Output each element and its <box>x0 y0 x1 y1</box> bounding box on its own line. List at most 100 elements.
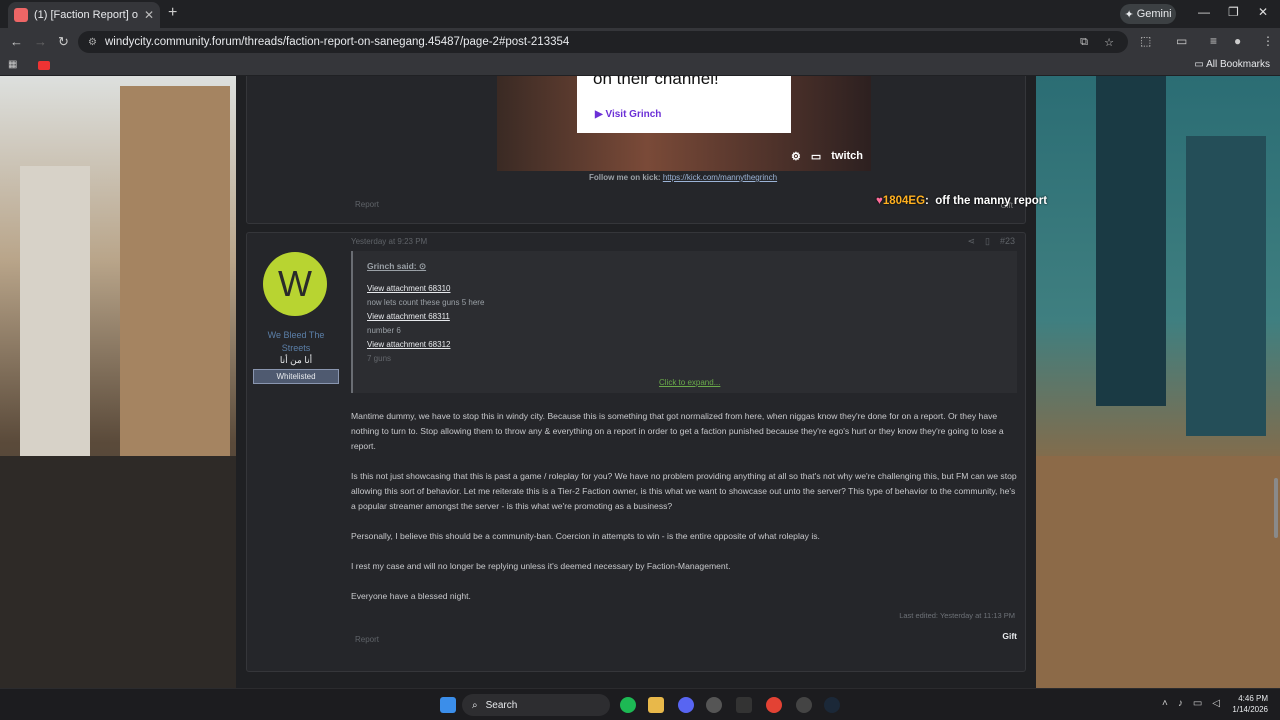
windows-start-icon[interactable] <box>440 697 456 713</box>
reload-icon[interactable]: ↻ <box>58 34 69 50</box>
post-actions: ⋖ ▯ #23 <box>967 236 1015 247</box>
gemini-label: Gemini <box>1136 8 1172 20</box>
bookmark-icon[interactable]: ▯ <box>985 236 990 247</box>
kick-signature: Follow me on kick: https://kick.com/mann… <box>589 173 778 182</box>
bookmarks-bar: ▦ ▭ All Bookmarks <box>0 56 1280 76</box>
network-icon[interactable]: ▭ <box>1193 698 1202 709</box>
building-shape <box>20 166 90 466</box>
user-avatar[interactable]: W <box>263 252 327 316</box>
trees-shape <box>1036 456 1280 688</box>
youtube-icon[interactable] <box>38 61 50 70</box>
username-line-1[interactable]: We Bleed The <box>253 329 339 342</box>
url-text: windycity.community.forum/threads/factio… <box>104 36 570 48</box>
building-shape <box>0 456 236 688</box>
embed-headline: on their channel! <box>593 76 719 88</box>
chrome-icon[interactable] <box>766 697 782 713</box>
epic-games-icon[interactable] <box>736 697 752 713</box>
username-line-2[interactable]: Streets <box>253 342 339 355</box>
kick-link[interactable]: https://kick.com/mannythegrinch <box>663 173 777 182</box>
background-buildings-right <box>1036 76 1280 688</box>
apps-grid-icon[interactable]: ▦ <box>8 59 17 70</box>
chevron-up-icon[interactable]: ˄ <box>1162 698 1168 709</box>
extensions-icon[interactable]: ⬚ <box>1140 34 1151 48</box>
twitch-controls: ⚙ ▭ twitch <box>791 150 863 163</box>
forward-icon[interactable]: → <box>34 34 47 49</box>
browser-tab-strip: (1) [Faction Report] on SaneGa... ✕ + ✦ … <box>0 0 1280 28</box>
install-icon[interactable]: ⧉ <box>1080 36 1088 49</box>
post-number[interactable]: #23 <box>1000 236 1015 247</box>
quote-text: now lets count these guns 5 here <box>367 298 485 307</box>
clock[interactable]: 4:46 PM 1/14/2026 <box>1232 693 1268 715</box>
tower-shape <box>1186 136 1266 436</box>
forum-favicon-icon <box>14 8 28 22</box>
chat-username: 1804EG <box>882 195 926 207</box>
taskbar-search[interactable]: ⌕ Search <box>462 694 610 716</box>
new-tab-icon[interactable]: + <box>168 4 177 22</box>
last-edited: Last edited: Yesterday at 11:13 PM <box>899 611 1015 620</box>
attachment-link[interactable]: View attachment 68310 <box>367 282 1003 296</box>
quote-arrow-icon: ⊙ <box>418 261 427 271</box>
gift-button[interactable]: Gift <box>1002 631 1017 641</box>
stream-chat-overlay: ♥1804EG: off the manny report <box>876 195 1048 207</box>
maximize-icon[interactable]: ❐ <box>1228 5 1239 19</box>
expand-quote-link[interactable]: Click to expand... <box>659 378 720 387</box>
volume-icon[interactable]: ◁ <box>1212 698 1220 709</box>
app-icon[interactable] <box>706 697 722 713</box>
twitch-embed[interactable]: on their channel! ▶ Visit Grinch ⚙ ▭ twi… <box>497 76 871 171</box>
close-window-icon[interactable]: ✕ <box>1258 5 1268 19</box>
report-link[interactable]: Report <box>355 200 379 209</box>
twitch-logo[interactable]: twitch <box>831 150 863 163</box>
sparkle-icon: ✦ <box>1124 8 1134 21</box>
clock-time: 4:46 PM <box>1238 694 1268 703</box>
embed-card: on their channel! ▶ Visit Grinch <box>577 76 791 133</box>
search-icon: ⌕ <box>472 699 478 711</box>
gaming-app-icon[interactable] <box>796 697 812 713</box>
attachment-link[interactable]: View attachment 68311 <box>367 310 1003 324</box>
post-paragraph: Personally, I believe this should be a c… <box>351 531 820 541</box>
user-info: We Bleed The Streets أنا من أنا Whitelis… <box>253 329 339 384</box>
user-badge: Whitelisted <box>253 369 339 384</box>
post-paragraph: Is this not just showcasing that this is… <box>351 471 1017 511</box>
building-shape <box>120 86 230 486</box>
attachment-link[interactable]: View attachment 68312 <box>367 338 1003 352</box>
post-paragraph: I rest my case and will no longer be rep… <box>351 561 731 571</box>
post-body: Mantime dummy, we have to stop this in w… <box>351 409 1019 619</box>
all-bookmarks[interactable]: ▭ All Bookmarks <box>1194 59 1270 70</box>
menu-icon[interactable]: ⋮ <box>1262 34 1274 48</box>
heart-icon: ♥ <box>876 195 883 207</box>
clock-date: 1/14/2026 <box>1232 705 1268 714</box>
quote-author[interactable]: Grinch said: ⊙ <box>367 261 1003 272</box>
user-title: أنا من أنا <box>279 355 313 365</box>
spotify-icon[interactable] <box>620 697 636 713</box>
close-tab-icon[interactable]: ✕ <box>144 8 154 22</box>
system-tray: ˄ ♪ ▭ ◁ <box>1162 698 1220 709</box>
file-explorer-icon[interactable] <box>648 697 664 713</box>
post-paragraph: Mantime dummy, we have to stop this in w… <box>351 411 1004 451</box>
site-info-icon[interactable]: ⚙ <box>88 37 97 48</box>
media-icon[interactable]: ≡ <box>1210 34 1217 48</box>
profile-avatar-icon[interactable]: ● <box>1234 34 1241 48</box>
quote-block: Grinch said: ⊙ View attachment 68310 now… <box>351 251 1017 393</box>
microphone-icon[interactable]: ♪ <box>1178 698 1183 709</box>
share-icon[interactable]: ⋖ <box>967 236 975 247</box>
post-timestamp[interactable]: Yesterday at 9:23 PM <box>351 237 427 246</box>
cast-icon[interactable]: ▭ <box>811 150 821 163</box>
page-scrollbar[interactable] <box>1274 478 1278 538</box>
settings-icon[interactable]: ⚙ <box>791 150 801 163</box>
taskbar: ⌕ Search ˄ ♪ ▭ ◁ 4:46 PM 1/14/2026 <box>0 688 1280 720</box>
discord-icon[interactable] <box>678 697 694 713</box>
steam-icon[interactable] <box>824 697 840 713</box>
reading-mode-icon[interactable]: ▭ <box>1176 34 1187 48</box>
quote-text: number 6 <box>367 326 401 335</box>
page-viewport: on their channel! ▶ Visit Grinch ⚙ ▭ twi… <box>0 76 1280 688</box>
browser-tab[interactable]: (1) [Faction Report] on SaneGa... ✕ <box>8 2 160 28</box>
chat-message: off the manny report <box>935 195 1048 207</box>
bookmark-star-icon[interactable]: ☆ <box>1104 36 1114 49</box>
minimize-icon[interactable]: — <box>1198 5 1210 19</box>
folder-icon: ▭ <box>1194 59 1207 70</box>
back-icon[interactable]: ← <box>10 34 23 49</box>
report-link[interactable]: Report <box>355 635 379 644</box>
visit-grinch-link[interactable]: ▶ Visit Grinch <box>595 109 661 120</box>
gemini-button[interactable]: ✦ Gemini <box>1120 4 1176 24</box>
address-bar[interactable]: ⚙ windycity.community.forum/threads/fact… <box>78 31 1128 53</box>
